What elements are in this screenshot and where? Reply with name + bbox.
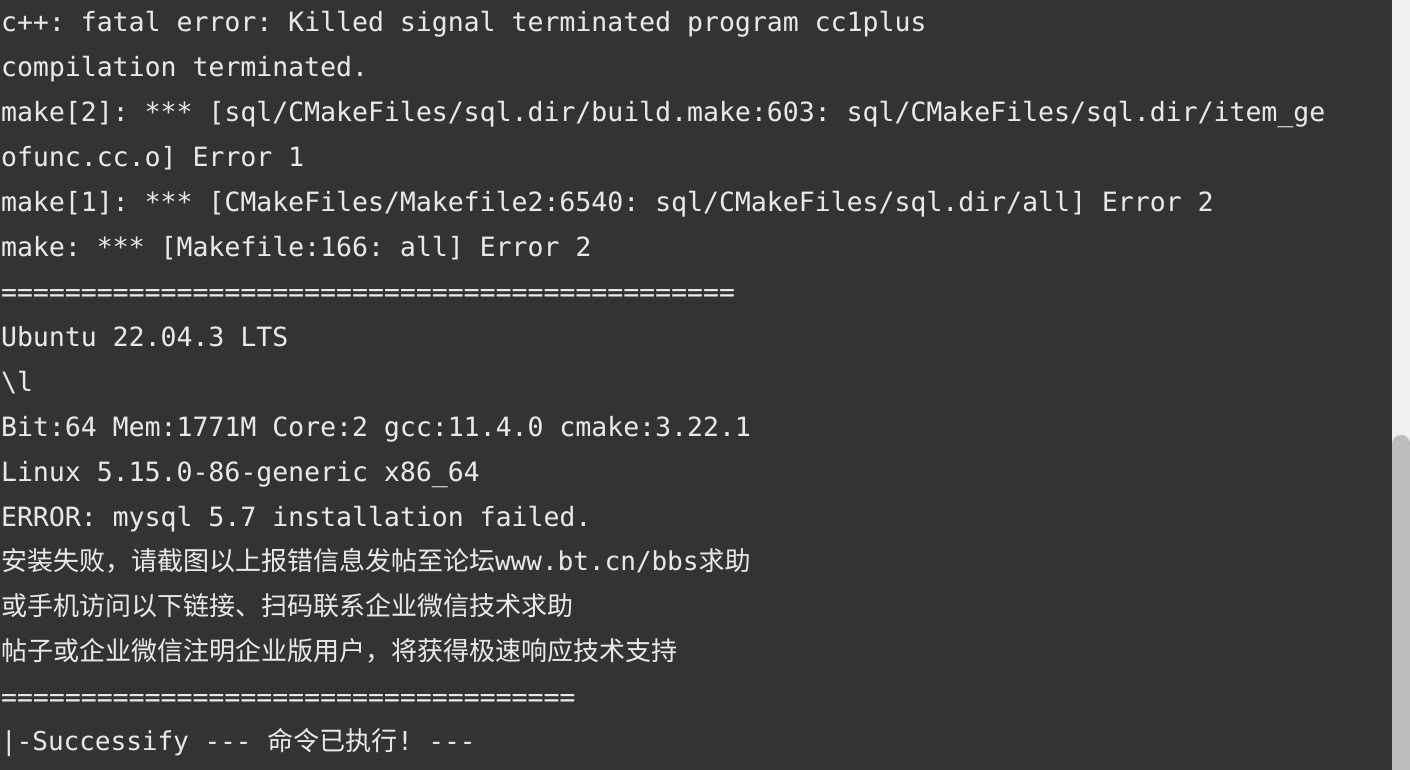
scrollbar-thumb[interactable] [1392, 435, 1410, 770]
terminal-line: \l [1, 367, 33, 398]
terminal-line: Bit:64 Mem:1771M Core:2 gcc:11.4.0 cmake… [1, 412, 751, 443]
terminal-line: |-Successify --- 命令已执行! --- [1, 727, 476, 757]
terminal-line: ERROR: mysql 5.7 installation failed. [1, 502, 592, 533]
terminal-line: c++: fatal error: Killed signal terminat… [1, 7, 927, 38]
terminal-line: 帖子或企业微信注明企业版用户，将获得极速响应技术支持 [1, 637, 678, 667]
terminal-line: make[1]: *** [CMakeFiles/Makefile2:6540:… [1, 187, 1214, 218]
vertical-scrollbar[interactable] [1392, 0, 1410, 770]
terminal-separator-line: ========================================… [1, 277, 735, 308]
terminal-line: Ubuntu 22.04.3 LTS [1, 322, 289, 353]
terminal-line: make[2]: *** [sql/CMakeFiles/sql.dir/bui… [1, 97, 1326, 128]
terminal-line: make: *** [Makefile:166: all] Error 2 [1, 232, 592, 263]
terminal-separator-line: ==================================== [1, 682, 576, 713]
terminal-line: 安装失败，请截图以上报错信息发帖至论坛www.bt.cn/bbs求助 [1, 547, 751, 577]
terminal-line: 或手机访问以下链接、扫码联系企业微信技术求助 [1, 592, 574, 622]
terminal-line: Linux 5.15.0-86-generic x86_64 [1, 457, 480, 488]
terminal-line: ofunc.cc.o] Error 1 [1, 142, 305, 173]
terminal-window: c++: fatal error: Killed signal terminat… [0, 0, 1410, 770]
terminal-line: compilation terminated. [1, 52, 368, 83]
terminal-output-pane[interactable]: c++: fatal error: Killed signal terminat… [0, 0, 1392, 770]
